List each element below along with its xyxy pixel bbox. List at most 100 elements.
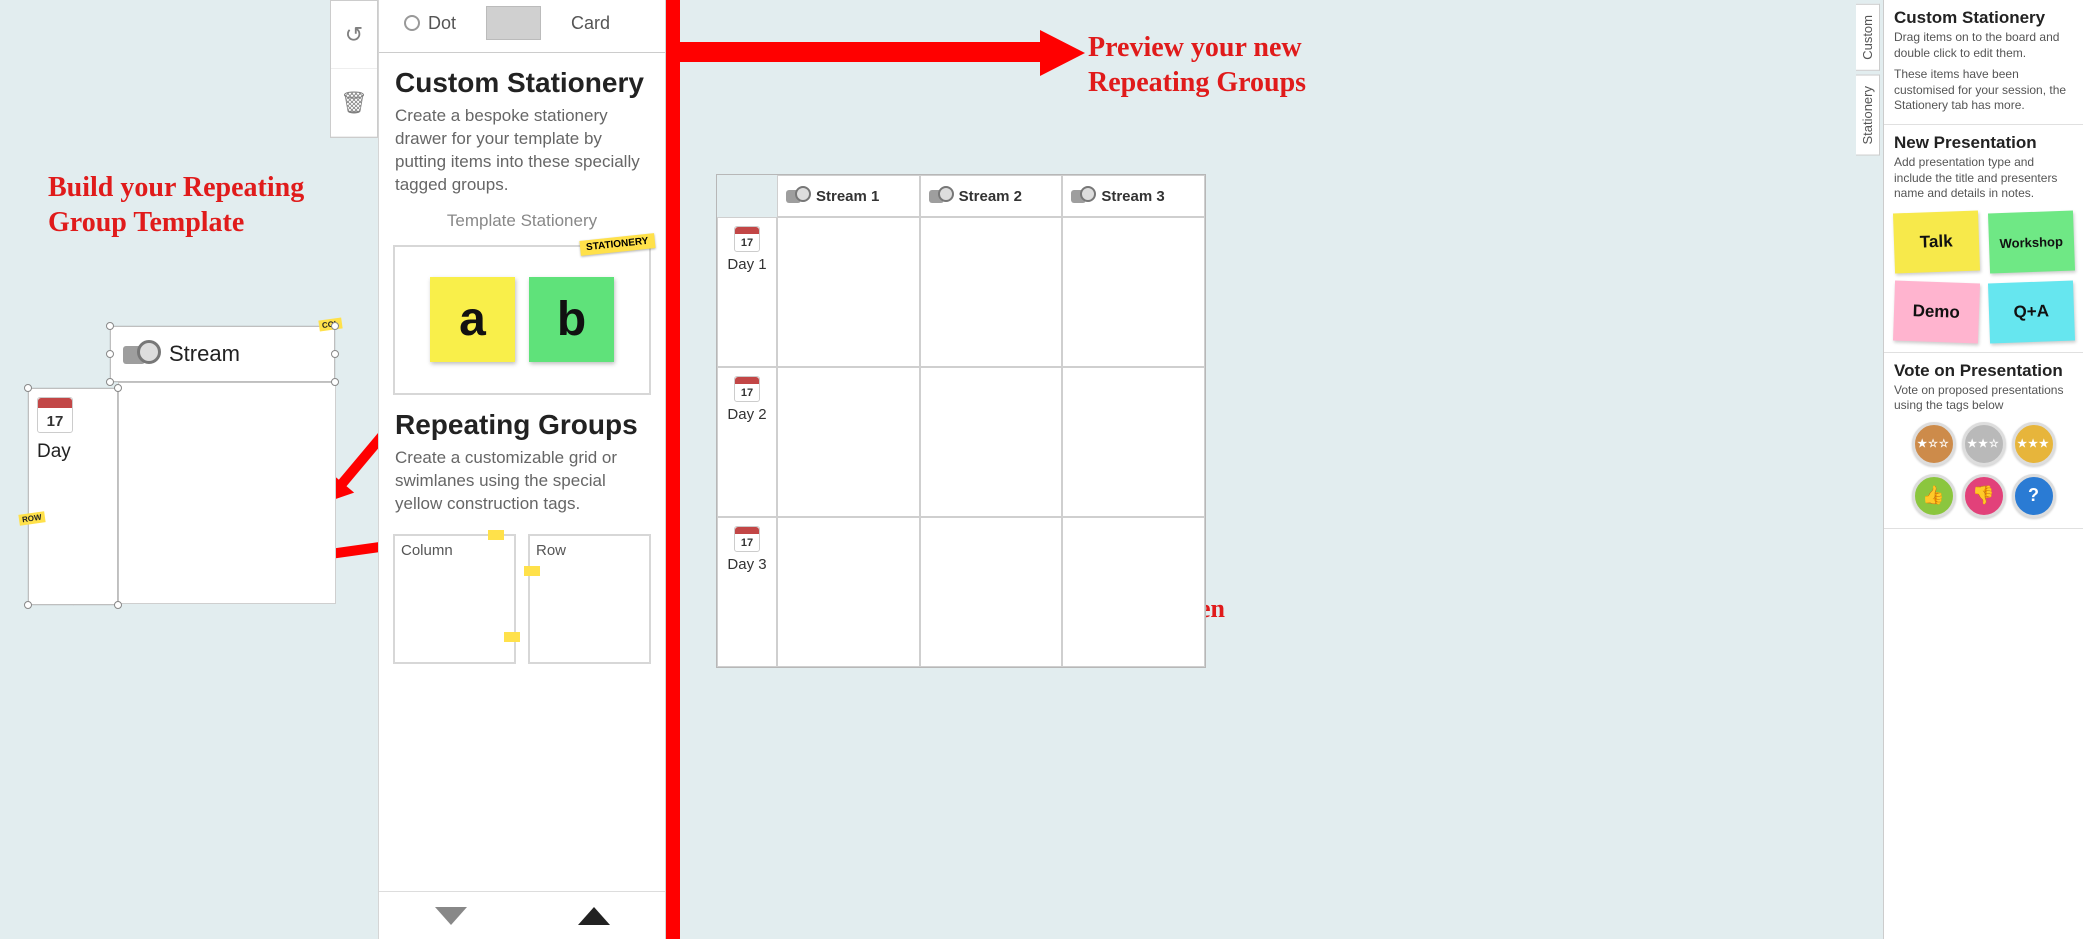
grid-cell[interactable]: [1062, 367, 1205, 517]
vote-row-thumbs: 👍 👎 ?: [1894, 474, 2073, 518]
shape-option-row: Dot Card: [379, 0, 665, 53]
option-card-swatch[interactable]: [486, 6, 541, 40]
grid-row-label: Day 3: [727, 556, 766, 573]
presentation-notes: Talk Workshop Demo Q+A: [1894, 212, 2073, 342]
rail-sec2-title: New Presentation: [1894, 133, 2073, 153]
rail-sec2-desc: Add presentation type and include the ti…: [1894, 155, 2073, 202]
resize-handle[interactable]: [114, 601, 122, 609]
template-column-label: Stream: [169, 341, 240, 367]
rail-vote: Vote on Presentation Vote on proposed pr…: [1884, 353, 2083, 529]
vote-2-star[interactable]: ★★☆: [1962, 422, 2006, 466]
vote-question[interactable]: ?: [2012, 474, 2056, 518]
resize-handle[interactable]: [331, 350, 339, 358]
grid-row-header: 17 Day 3: [717, 517, 777, 667]
template-stationery-label: Template Stationery: [395, 211, 649, 231]
note-qa[interactable]: Q+A: [1987, 280, 2074, 343]
preview-grid: Stream 1 Stream 2 Stream 3 17 Day 1 17 D…: [716, 174, 1206, 668]
calendar-icon: 17: [734, 376, 760, 402]
repeating-groups-desc: Create a customizable grid or swimlanes …: [395, 447, 649, 516]
grid-cell[interactable]: [777, 217, 920, 367]
vote-thumbs-down[interactable]: 👎: [1962, 474, 2006, 518]
delete-button[interactable]: 🗑: [331, 69, 377, 137]
vote-row-stars: ★☆☆ ★★☆ ★★★: [1894, 422, 2073, 466]
grid-col-label: Stream 2: [959, 188, 1022, 205]
column-tag-icon: [504, 632, 520, 642]
option-card-label: Card: [571, 13, 610, 34]
row-tag: ROW: [18, 511, 45, 525]
annotation-arrow-right: [680, 30, 1087, 75]
rail-sec1-p1: Drag items on to the board and double cl…: [1894, 30, 2073, 61]
resize-handle[interactable]: [24, 384, 32, 392]
resize-handle[interactable]: [106, 322, 114, 330]
template-stationery-box[interactable]: STATIONERY a b: [393, 245, 651, 395]
grid-cell[interactable]: [777, 517, 920, 667]
grid-col-header: Stream 2: [920, 175, 1063, 217]
rail-sec3-title: Vote on Presentation: [1894, 361, 2073, 381]
row-box-label: Row: [536, 542, 566, 559]
option-dot[interactable]: Dot: [404, 13, 456, 34]
editor-panel: Dot Card Custom Stationery Create a besp…: [378, 0, 666, 939]
repeating-groups-boxes: Column Row: [393, 534, 651, 664]
calendar-icon: 17: [37, 397, 73, 433]
template-row-label: Day: [37, 441, 109, 463]
resize-handle[interactable]: [331, 322, 339, 330]
grid-cell[interactable]: [920, 217, 1063, 367]
grid-corner: [717, 175, 777, 217]
resize-handle[interactable]: [106, 378, 114, 386]
calendar-icon: 17: [734, 226, 760, 252]
grid-row-label: Day 1: [727, 256, 766, 273]
resize-handle[interactable]: [331, 378, 339, 386]
vote-3-star[interactable]: ★★★: [2012, 422, 2056, 466]
grid-cell[interactable]: [1062, 517, 1205, 667]
projector-icon: [1071, 186, 1095, 206]
template-frame[interactable]: [118, 382, 336, 604]
column-box-label: Column: [401, 542, 453, 559]
star-icon: ★☆☆: [1917, 437, 1950, 450]
calendar-icon: 17: [734, 526, 760, 552]
note-demo[interactable]: Demo: [1893, 280, 1980, 343]
grid-col-header: Stream 3: [1062, 175, 1205, 217]
rail-sec3-desc: Vote on proposed presentations using the…: [1894, 383, 2073, 414]
repeating-groups-section: Repeating Groups Create a customizable g…: [379, 395, 665, 524]
annotation-left: Build your Repeating Group Template: [48, 170, 308, 240]
custom-stationery-desc: Create a bespoke stationery drawer for y…: [395, 105, 649, 197]
column-box[interactable]: Column: [393, 534, 516, 664]
grid-row-header: 17 Day 2: [717, 367, 777, 517]
undo-button[interactable]: ↺: [331, 1, 377, 69]
projector-icon: [123, 340, 159, 368]
rail-sec1-p2: These items have been customised for you…: [1894, 67, 2073, 114]
projector-icon: [929, 186, 953, 206]
grid-cell[interactable]: [920, 367, 1063, 517]
tab-stationery[interactable]: Stationery: [1856, 75, 1880, 156]
repeating-groups-title: Repeating Groups: [395, 409, 649, 441]
resize-handle[interactable]: [114, 384, 122, 392]
note-workshop[interactable]: Workshop: [1987, 210, 2074, 273]
rail-sec1-title: Custom Stationery: [1894, 8, 2073, 28]
grid-cell[interactable]: [1062, 217, 1205, 367]
grid-cell[interactable]: [777, 367, 920, 517]
column-tag-icon: [488, 530, 504, 540]
note-talk[interactable]: Talk: [1893, 210, 1980, 273]
row-box[interactable]: Row: [528, 534, 651, 664]
option-dot-label: Dot: [428, 13, 456, 34]
chevron-down-icon[interactable]: [435, 907, 467, 925]
right-sidebar: Custom Stationery Custom Stationery Drag…: [1883, 0, 2083, 939]
template-column-card[interactable]: COL Stream: [110, 326, 335, 382]
annotation-divider: [666, 0, 680, 939]
vote-1-star[interactable]: ★☆☆: [1912, 422, 1956, 466]
rail-custom-stationery: Custom Stationery Drag items on to the b…: [1884, 0, 2083, 125]
chevron-up-icon[interactable]: [578, 907, 610, 925]
vote-thumbs-up[interactable]: 👍: [1912, 474, 1956, 518]
sticky-note-b[interactable]: b: [529, 277, 614, 362]
canvas-toolbar: ↺ 🗑: [330, 0, 378, 138]
template-row-card[interactable]: ROW 17 Day: [28, 388, 118, 605]
grid-cell[interactable]: [920, 517, 1063, 667]
tab-custom[interactable]: Custom: [1856, 4, 1880, 71]
panel-nav: [379, 891, 665, 939]
annotation-right: Preview your new Repeating Groups: [1088, 30, 1338, 100]
rail-new-presentation: New Presentation Add presentation type a…: [1884, 125, 2083, 353]
sticky-note-a[interactable]: a: [430, 277, 515, 362]
resize-handle[interactable]: [24, 601, 32, 609]
star-icon: ★★★: [2017, 437, 2050, 450]
resize-handle[interactable]: [106, 350, 114, 358]
